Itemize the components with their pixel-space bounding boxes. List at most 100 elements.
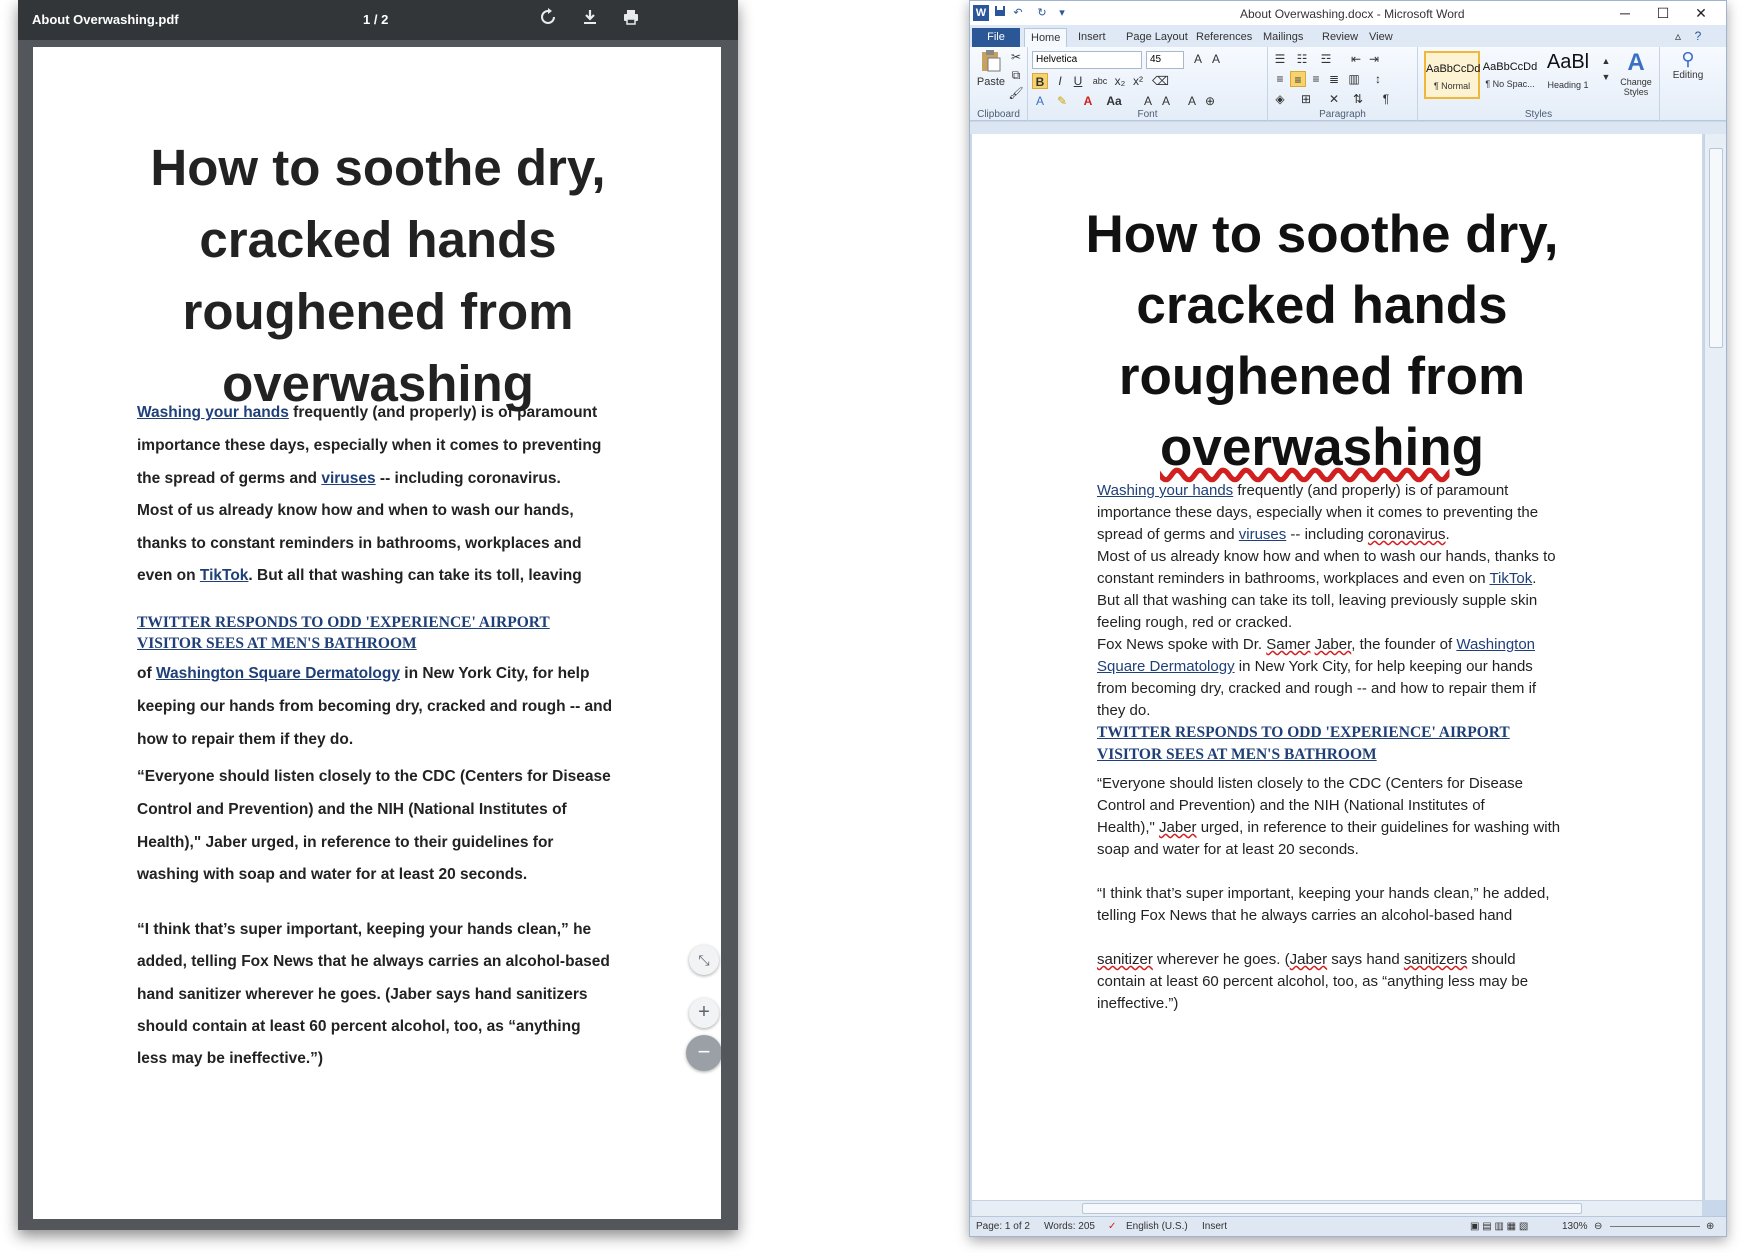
align-right-icon[interactable]: ≡ <box>1308 71 1324 87</box>
change-styles-button[interactable]: A Change Styles <box>1614 49 1658 97</box>
styles-scroll-up-icon[interactable]: ▲ <box>1598 53 1614 69</box>
group-label: Styles <box>1524 109 1553 120</box>
insert-mode[interactable]: Insert <box>1202 1221 1227 1232</box>
grow-font-2-icon[interactable]: A <box>1140 93 1156 109</box>
pdf-paragraph-line: Most of us already know how and when to … <box>137 502 574 519</box>
horizontal-scrollbar[interactable] <box>972 1200 1702 1216</box>
sort-icon[interactable]: ⇅ <box>1350 91 1366 107</box>
download-icon[interactable] <box>578 8 602 32</box>
styles-scroll-down-icon[interactable]: ▼ <box>1598 69 1614 85</box>
pdf-paragraph-line: of Washington Square Dermatology in New … <box>137 665 589 683</box>
zoom-in-icon[interactable]: ⊕ <box>1706 1221 1714 1232</box>
dermatology-link[interactable]: Washington Square Dermatology <box>156 665 400 682</box>
grow-font-icon[interactable]: A <box>1190 51 1206 67</box>
numbering-icon[interactable]: ☷ <box>1294 51 1310 67</box>
tab-references[interactable]: References <box>1190 28 1258 47</box>
help-icon[interactable]: ? <box>1690 28 1706 44</box>
format-painter-icon[interactable]: 🖌 <box>1008 85 1024 101</box>
pdf-paragraph-line: hand sanitizer wherever he goes. (Jaber … <box>137 986 588 1003</box>
decrease-indent-icon[interactable]: ⇤ <box>1348 51 1364 67</box>
twitter-headline-link[interactable]: TWITTER RESPONDS TO ODD 'EXPERIENCE' AIR… <box>1097 724 1510 764</box>
dermatology-link[interactable]: Washington <box>1456 636 1535 653</box>
word-app-icon[interactable]: W <box>973 5 989 21</box>
maximize-button[interactable]: ☐ <box>1648 3 1678 23</box>
font-name-select[interactable]: Helvetica <box>1032 51 1142 69</box>
view-buttons-icon[interactable]: ▣ ▤ ▥ ▦ ▧ <box>1470 1221 1528 1232</box>
editing-button[interactable]: ⚲ Editing <box>1666 49 1710 81</box>
highlight-icon[interactable]: ✎ <box>1054 93 1070 109</box>
style-no-spacing[interactable]: AaBbCcDd ¶ No Spac... <box>1482 51 1538 99</box>
column-icon[interactable]: ▥ <box>1346 71 1362 87</box>
asian-layout-icon[interactable]: ✕ <box>1326 91 1342 107</box>
tiktok-link[interactable]: TikTok <box>1489 570 1532 587</box>
word-count[interactable]: Words: 205 <box>1044 1221 1095 1232</box>
multilevel-list-icon[interactable]: ☲ <box>1318 51 1334 67</box>
align-left-icon[interactable]: ≡ <box>1272 71 1288 87</box>
close-button[interactable]: ✕ <box>1686 3 1716 23</box>
copy-icon[interactable]: ⧉ <box>1008 67 1024 83</box>
show-formatting-icon[interactable]: ¶ <box>1378 91 1394 107</box>
subscript-icon[interactable]: x₂ <box>1112 73 1128 89</box>
tab-review[interactable]: Review <box>1316 28 1364 47</box>
page-count[interactable]: Page: 1 of 2 <box>976 1221 1030 1232</box>
tab-file[interactable]: File <box>972 28 1020 47</box>
tab-insert[interactable]: Insert <box>1072 28 1112 47</box>
shrink-font-2-icon[interactable]: A <box>1158 93 1174 109</box>
save-icon[interactable] <box>992 5 1008 21</box>
text-effects-icon[interactable]: A <box>1032 93 1048 109</box>
paste-button[interactable]: Paste <box>976 49 1006 95</box>
viruses-link[interactable]: viruses <box>321 470 375 487</box>
font-size-select[interactable]: 45 <box>1146 51 1184 69</box>
language-indicator[interactable]: English (U.S.) <box>1126 1221 1188 1232</box>
tab-view[interactable]: View <box>1363 28 1399 47</box>
bullets-icon[interactable]: ☰ <box>1272 51 1288 67</box>
tab-home[interactable]: Home <box>1024 28 1068 47</box>
twitter-headline-link[interactable]: TWITTER RESPONDS TO ODD 'EXPERIENCE' AIR… <box>137 614 550 653</box>
horizontal-scroll-thumb[interactable] <box>1082 1203 1582 1214</box>
tab-page-layout[interactable]: Page Layout <box>1120 28 1194 47</box>
shading-icon[interactable]: ◈ <box>1272 91 1288 107</box>
change-case-icon[interactable]: Aa <box>1106 93 1122 109</box>
zoom-in-button[interactable]: + <box>689 998 719 1028</box>
vertical-scroll-thumb[interactable] <box>1709 148 1723 348</box>
increase-indent-icon[interactable]: ⇥ <box>1366 51 1382 67</box>
text: constant reminders in bathrooms, workpla… <box>1097 570 1490 587</box>
style-normal[interactable]: AaBbCcDd ¶ Normal <box>1424 51 1480 99</box>
washing-hands-link[interactable]: Washing your hands <box>1097 482 1233 499</box>
char-shading-icon[interactable]: A <box>1184 93 1200 109</box>
vertical-scrollbar[interactable] <box>1704 134 1726 1200</box>
zoom-out-button[interactable]: − <box>686 1035 721 1071</box>
cut-icon[interactable]: ✂ <box>1008 49 1024 65</box>
borders-icon[interactable]: ⊞ <box>1298 91 1314 107</box>
shrink-font-icon[interactable]: A <box>1208 51 1224 67</box>
line-spacing-icon[interactable]: ↕ <box>1370 71 1386 87</box>
zoom-slider[interactable] <box>1610 1226 1700 1227</box>
tiktok-link[interactable]: TikTok <box>200 567 249 584</box>
strikethrough-icon[interactable]: abc <box>1092 73 1108 89</box>
enclose-char-icon[interactable]: ⊕ <box>1202 93 1218 109</box>
print-icon[interactable] <box>619 8 643 32</box>
viruses-link[interactable]: viruses <box>1239 526 1287 543</box>
fit-page-button[interactable]: ⤡ <box>689 945 719 975</box>
font-color-icon[interactable]: A <box>1080 93 1096 109</box>
bold-icon[interactable]: B <box>1032 73 1048 89</box>
rotate-icon[interactable] <box>536 8 560 32</box>
customize-toolbar-icon[interactable]: ▾ <box>1054 5 1070 21</box>
minimize-button[interactable]: ─ <box>1610 3 1640 23</box>
zoom-level[interactable]: 130% <box>1562 1221 1588 1232</box>
style-heading-1[interactable]: AaBl Heading 1 <box>1540 51 1596 99</box>
underline-icon[interactable]: U <box>1070 73 1086 89</box>
redo-icon[interactable]: ↻ <box>1034 5 1050 21</box>
clear-formatting-icon[interactable]: ⌫ <box>1152 73 1169 89</box>
tab-mailings[interactable]: Mailings <box>1257 28 1309 47</box>
superscript-icon[interactable]: x² <box>1130 73 1146 89</box>
italic-icon[interactable]: I <box>1052 73 1068 89</box>
dermatology-link-cont[interactable]: Square Dermatology <box>1097 658 1235 675</box>
undo-icon[interactable]: ↶ <box>1010 5 1026 21</box>
align-center-icon[interactable]: ≡ <box>1290 71 1306 87</box>
minimize-ribbon-icon[interactable]: ▵ <box>1670 28 1686 44</box>
justify-icon[interactable]: ≣ <box>1326 71 1342 87</box>
proofing-icon[interactable]: ✓ <box>1108 1221 1116 1232</box>
zoom-out-icon[interactable]: ⊖ <box>1594 1221 1602 1232</box>
washing-hands-link[interactable]: Washing your hands <box>137 404 289 421</box>
